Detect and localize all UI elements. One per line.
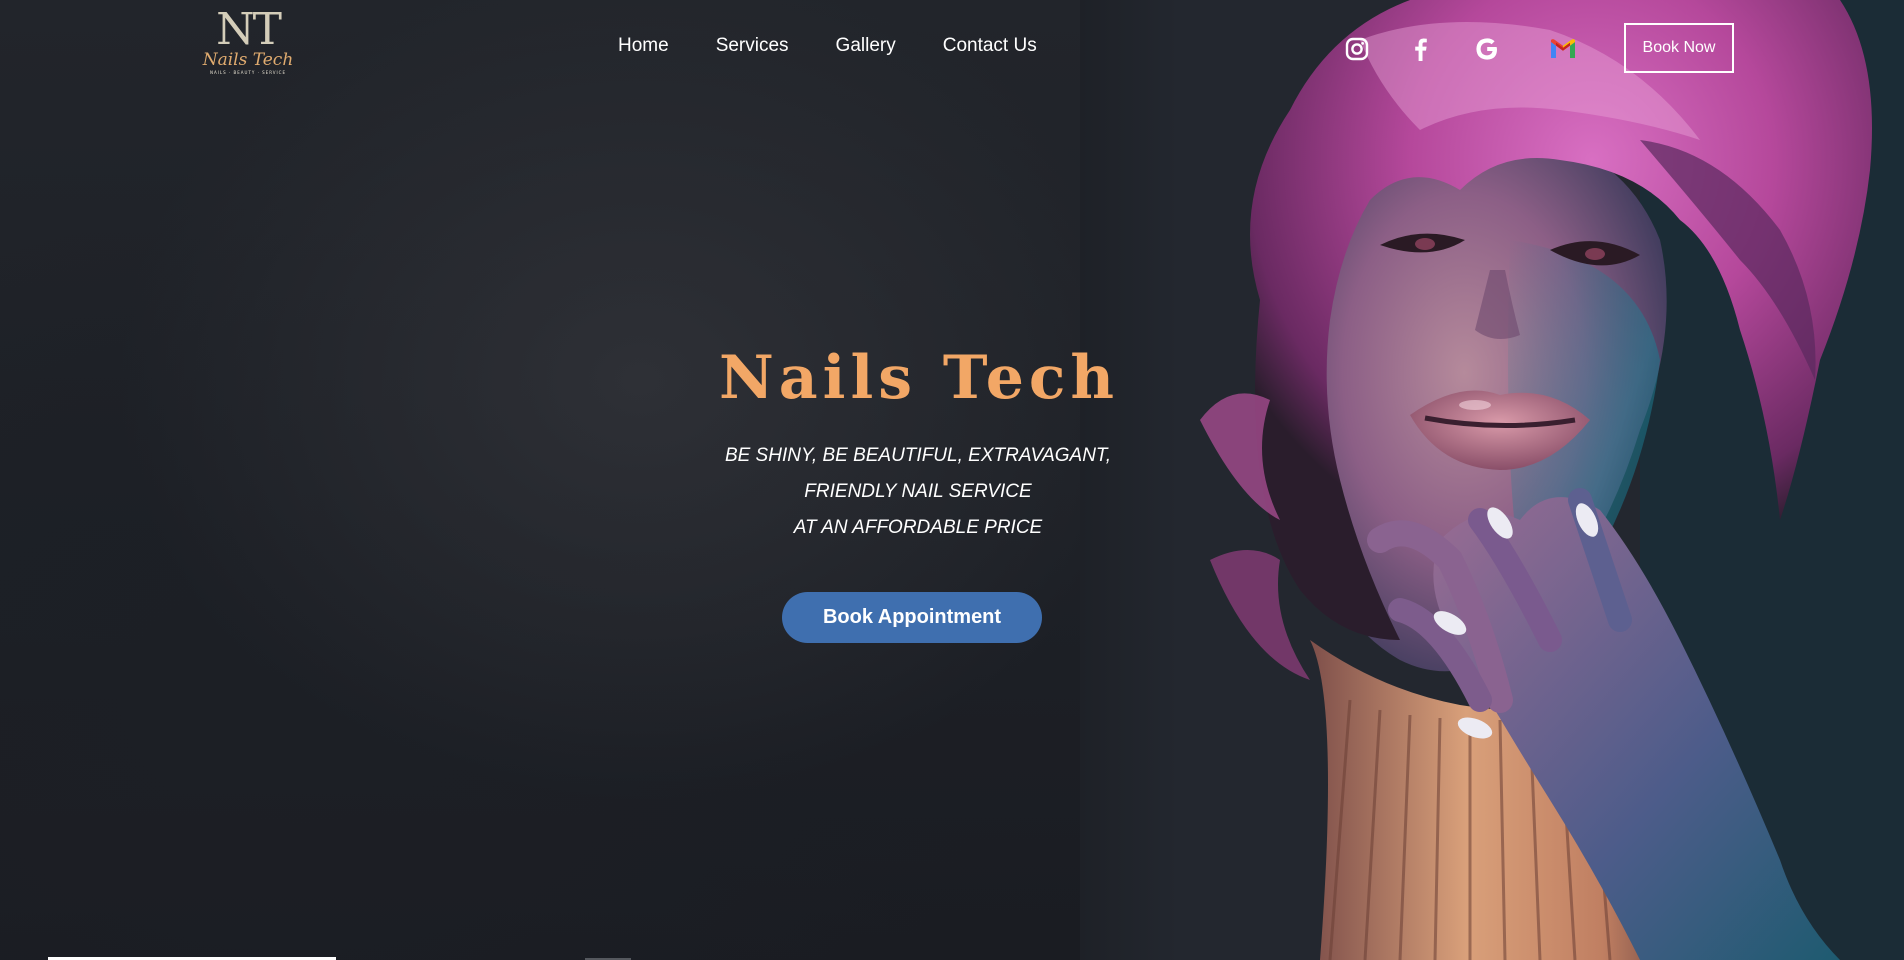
google-icon[interactable] — [1474, 36, 1500, 62]
gmail-icon[interactable] — [1548, 36, 1575, 62]
hero-tagline-line: FRIENDLY NAIL SERVICE — [804, 481, 1032, 502]
instagram-icon[interactable] — [1344, 36, 1370, 62]
hero-page: NT Nails Tech NAILS · BEAUTY · SERVICE H… — [0, 0, 1904, 960]
book-appointment-button[interactable]: Book Appointment — [782, 592, 1042, 643]
hero-title: Nails Tech — [718, 343, 1120, 413]
hero-tagline: BE SHINY, BE BEAUTIFUL, EXTRAVAGANT, FRI… — [618, 438, 1218, 546]
hero-tagline-line: AT AN AFFORDABLE PRICE — [793, 517, 1043, 538]
logo-tagline: NAILS · BEAUTY · SERVICE — [210, 70, 286, 75]
nav-item-gallery[interactable]: Gallery — [836, 34, 896, 58]
nav-item-home[interactable]: Home — [618, 34, 669, 58]
hero-content: Nails Tech BE SHINY, BE BEAUTIFUL, EXTRA… — [618, 340, 1218, 546]
main-nav: Home Services Gallery Contact Us — [618, 34, 1084, 58]
logo-script: Nails Tech — [202, 50, 294, 70]
logo[interactable]: NT Nails Tech NAILS · BEAUTY · SERVICE — [200, 4, 296, 86]
hero-tagline-line: BE SHINY, BE BEAUTIFUL, EXTRAVAGANT, — [724, 445, 1112, 466]
nav-item-services[interactable]: Services — [716, 34, 789, 58]
nav-item-contact-us[interactable]: Contact Us — [943, 34, 1037, 58]
facebook-icon[interactable] — [1408, 36, 1434, 62]
book-now-button[interactable]: Book Now — [1624, 23, 1734, 73]
logo-monogram: NT — [216, 4, 282, 55]
